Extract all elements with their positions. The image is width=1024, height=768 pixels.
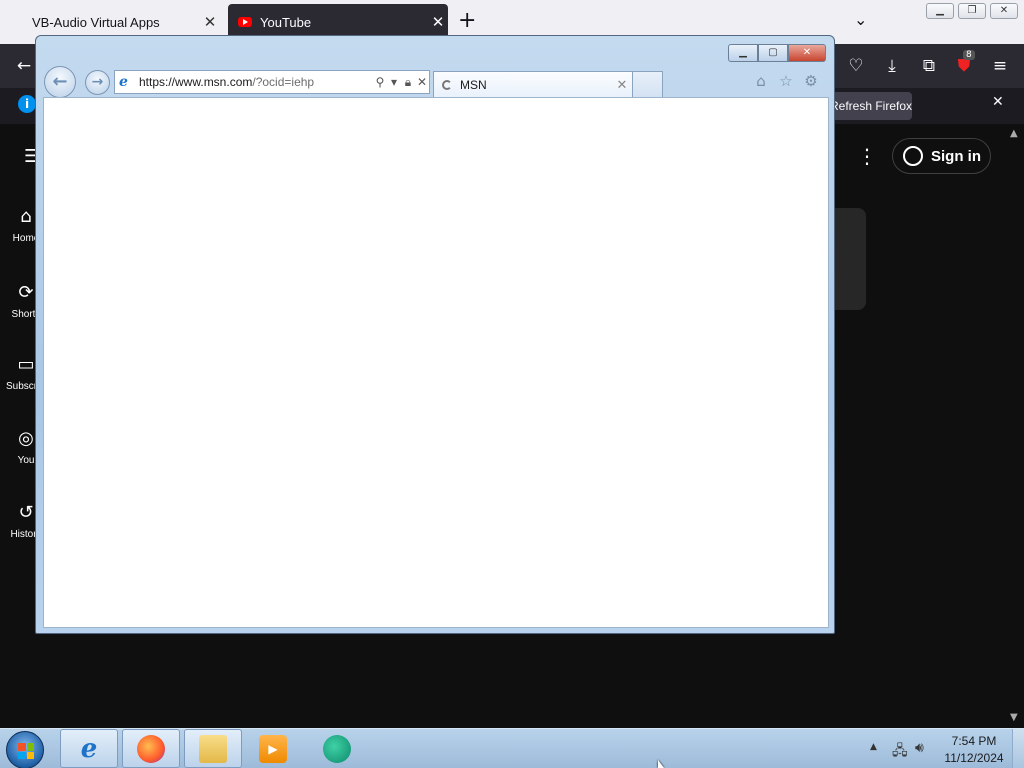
- taskbar-file-explorer[interactable]: [184, 729, 242, 768]
- mouse-cursor: [658, 760, 664, 768]
- close-icon[interactable]: ✕: [200, 13, 220, 31]
- extensions-icon[interactable]: ⧉: [917, 54, 941, 78]
- media-player-icon: ▶: [259, 734, 287, 763]
- start-button[interactable]: [6, 731, 44, 768]
- close-window-button[interactable]: ✕: [788, 44, 826, 62]
- restore-button[interactable]: ❐: [958, 3, 986, 19]
- close-window-button[interactable]: ✕: [990, 3, 1018, 19]
- windows-logo-icon: [18, 743, 34, 759]
- ie-page-icon: e: [119, 74, 128, 90]
- minimize-button[interactable]: ▁: [728, 44, 758, 62]
- url-path: /?ocid=iehp: [252, 75, 315, 89]
- dropdown-arrow-icon[interactable]: ▾: [387, 75, 401, 89]
- home-icon[interactable]: ⌂: [752, 72, 770, 90]
- sign-in-button[interactable]: Sign in: [892, 138, 991, 174]
- new-tab-button[interactable]: [633, 71, 663, 97]
- taskbar-media-player[interactable]: ▶: [244, 729, 302, 768]
- show-hidden-icons-icon[interactable]: ▲: [870, 742, 877, 752]
- clock-date: 11/12/2024: [944, 751, 1004, 765]
- volume-icon[interactable]: 🔊︎: [915, 740, 924, 756]
- tab-label: VB-Audio Virtual Apps: [32, 14, 160, 30]
- firefox-icon: [137, 734, 165, 763]
- folder-icon: [199, 734, 227, 763]
- scroll-down-arrow[interactable]: ▼: [1010, 712, 1018, 723]
- close-icon[interactable]: ✕: [992, 94, 1004, 110]
- extension-badge: 8: [963, 50, 975, 60]
- more-options-icon[interactable]: ⋮: [857, 144, 877, 168]
- favorites-star-icon[interactable]: ☆: [777, 72, 795, 90]
- stop-icon[interactable]: ✕: [415, 75, 429, 89]
- url-domain: https://www.msn.com: [139, 75, 253, 89]
- page-content[interactable]: [43, 97, 829, 628]
- settings-gear-icon[interactable]: ⚙: [802, 72, 820, 90]
- search-icon[interactable]: ⚲: [373, 75, 387, 89]
- minimize-button[interactable]: ▁: [926, 3, 954, 19]
- maximize-button[interactable]: ▢: [758, 44, 788, 62]
- system-clock[interactable]: 7:54 PM 11/12/2024: [940, 733, 1008, 767]
- clock-time: 7:54 PM: [951, 734, 997, 748]
- tab-msn[interactable]: MSN ✕: [433, 71, 633, 97]
- app-icon: [323, 734, 351, 763]
- forward-button[interactable]: →: [85, 70, 110, 95]
- tab-label: YouTube: [260, 14, 312, 30]
- video-card[interactable]: [834, 208, 866, 310]
- close-icon[interactable]: ✕: [428, 13, 448, 31]
- menu-icon[interactable]: ≡: [988, 54, 1012, 78]
- chevron-down-icon[interactable]: ⌄: [854, 10, 867, 29]
- account-icon: [903, 146, 923, 166]
- tab-label: MSN: [460, 77, 487, 92]
- back-button[interactable]: ←: [44, 66, 76, 98]
- taskbar-app[interactable]: [308, 729, 366, 768]
- taskbar-internet-explorer[interactable]: e: [60, 729, 118, 768]
- sign-in-label: Sign in: [931, 147, 981, 165]
- taskbar-firefox[interactable]: [122, 729, 180, 768]
- download-icon[interactable]: ⤓: [880, 54, 904, 78]
- scroll-up-arrow[interactable]: ▲: [1010, 128, 1018, 139]
- lock-icon[interactable]: 🔒︎: [401, 75, 415, 90]
- new-tab-button[interactable]: +: [458, 8, 476, 33]
- show-desktop-button[interactable]: [1012, 729, 1024, 768]
- internet-explorer-icon: e: [80, 733, 98, 764]
- internet-explorer-window: ▁ ▢ ✕ ← → e https://www.msn.com /?ocid=i…: [35, 35, 835, 634]
- address-bar[interactable]: e https://www.msn.com /?ocid=iehp ⚲ ▾ 🔒︎…: [114, 70, 430, 94]
- loading-spinner-icon: [442, 79, 452, 90]
- back-arrow-icon[interactable]: ←: [12, 54, 36, 78]
- network-icon[interactable]: 🖧︎: [892, 740, 908, 764]
- pocket-icon[interactable]: ♡: [844, 54, 868, 78]
- youtube-icon: [238, 17, 252, 27]
- close-icon[interactable]: ✕: [612, 77, 632, 93]
- info-icon: i: [18, 95, 36, 113]
